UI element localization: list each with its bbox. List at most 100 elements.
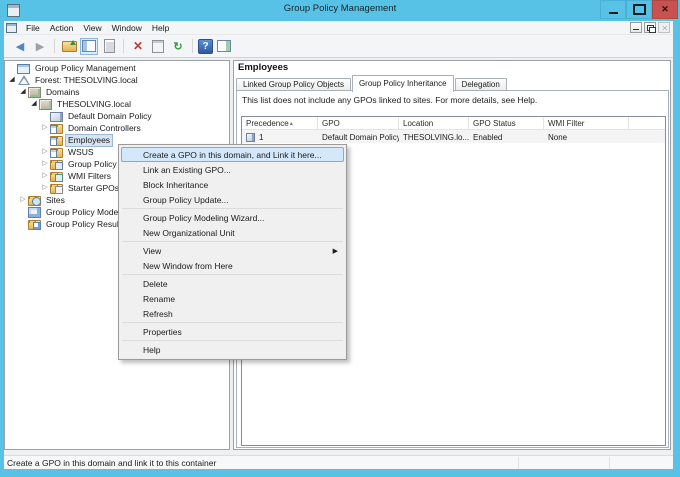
menu-item-group-policy-modeling-wizard[interactable]: Group Policy Modeling Wizard... (121, 210, 344, 225)
help-icon[interactable] (198, 39, 213, 54)
column-header-label: Location (403, 119, 433, 128)
tree-item-label: WSUS (66, 147, 96, 158)
menubar-item-window[interactable]: Window (107, 21, 147, 34)
menu-separator (122, 340, 343, 341)
column-header-precedence[interactable]: Precedence (242, 117, 318, 129)
tab-strip: Linked Group Policy ObjectsGroup Policy … (236, 74, 508, 91)
forward-icon[interactable] (31, 38, 49, 55)
properties-icon[interactable] (149, 38, 167, 55)
menu-separator (122, 208, 343, 209)
expander-expanded-icon[interactable] (29, 99, 39, 109)
folder-starter-icon (50, 184, 63, 194)
menubar-item-view[interactable]: View (78, 21, 106, 34)
menu-separator (122, 241, 343, 242)
tree-item-default-domain-policy[interactable]: Default Domain Policy (5, 110, 229, 122)
tab-delegation[interactable]: Delegation (455, 78, 507, 91)
caption-buttons (600, 0, 678, 19)
cell-gpo-status: Enabled (469, 130, 544, 143)
gpo-icon (246, 133, 255, 142)
console-icon (17, 64, 30, 74)
close-button[interactable] (652, 0, 678, 19)
tree-item-label: Starter GPOs (66, 183, 121, 194)
tree-item-domain-controllers[interactable]: Domain Controllers (5, 122, 229, 134)
expander-collapsed-icon[interactable] (18, 195, 28, 205)
menubar-item-action[interactable]: Action (45, 21, 79, 34)
menu-item-label: Help (143, 345, 160, 355)
expander-collapsed-icon[interactable] (40, 171, 50, 181)
menu-item-help[interactable]: Help (121, 342, 344, 357)
status-panel-divider (609, 457, 610, 469)
status-text: Create a GPO in this domain and link it … (7, 458, 216, 468)
column-header-label: WMI Filter (548, 119, 584, 128)
menu-item-new-organizational-unit[interactable]: New Organizational Unit (121, 225, 344, 240)
child-close-button[interactable] (658, 22, 670, 33)
back-icon[interactable] (11, 38, 29, 55)
domains-icon (28, 87, 41, 98)
menu-item-new-window-from-here[interactable]: New Window from Here (121, 258, 344, 273)
tree-item-group-policy-management[interactable]: Group Policy Management (5, 62, 229, 74)
list-rows: 1Default Domain PolicyTHESOLVING.lo...En… (242, 130, 665, 143)
paste-icon[interactable] (100, 38, 118, 55)
pane-title: Employees (238, 62, 288, 73)
menu-item-group-policy-update[interactable]: Group Policy Update... (121, 192, 344, 207)
minimize-button[interactable] (600, 0, 626, 19)
toolbar (4, 35, 673, 58)
refresh-icon[interactable] (169, 38, 187, 55)
tab-linked-group-policy-objects[interactable]: Linked Group Policy Objects (236, 78, 351, 91)
tree-item-label: Group Policy Results (44, 219, 127, 230)
expander-collapsed-icon[interactable] (40, 183, 50, 193)
toolbar-separator (192, 39, 193, 53)
status-bar: Create a GPO in this domain and link it … (4, 455, 673, 469)
menubar-item-help[interactable]: Help (147, 21, 174, 34)
menu-item-create-a-gpo-in-this-domain-and-link-it-here[interactable]: Create a GPO in this domain, and Link it… (121, 147, 344, 162)
maximize-button[interactable] (626, 0, 652, 19)
menu-item-link-an-existing-gpo[interactable]: Link an Existing GPO... (121, 162, 344, 177)
column-header-wmi-filter[interactable]: WMI Filter (544, 117, 629, 129)
menu-item-label: Block Inheritance (143, 180, 208, 190)
expander-expanded-icon[interactable] (7, 75, 17, 85)
menu-item-refresh[interactable]: Refresh (121, 306, 344, 321)
column-header-label: GPO (322, 119, 340, 128)
menu-item-label: Rename (143, 294, 175, 304)
tree-item-thesolving-local[interactable]: THESOLVING.local (5, 98, 229, 110)
expander-collapsed-icon[interactable] (40, 159, 50, 169)
tree-item-domains[interactable]: Domains (5, 86, 229, 98)
column-header-label: Precedence (246, 119, 289, 128)
menubar-item-file[interactable]: File (21, 21, 45, 34)
expander-collapsed-icon[interactable] (40, 147, 50, 157)
menu-item-view[interactable]: View (121, 243, 344, 258)
menu-item-label: Create a GPO in this domain, and Link it… (143, 150, 322, 160)
tree-item-label: Employees (66, 135, 112, 146)
delete-icon[interactable] (129, 38, 147, 55)
show-console-tree-icon[interactable] (80, 38, 98, 55)
menu-item-properties[interactable]: Properties (121, 324, 344, 339)
expander-collapsed-icon[interactable] (40, 123, 50, 133)
child-window-controls (630, 22, 670, 33)
title-bar[interactable]: Group Policy Management (0, 0, 680, 21)
list-header: Precedence GPO Location GPO Status WMI Filte… (242, 117, 665, 130)
tree-item-label: Default Domain Policy (66, 111, 154, 122)
ou-icon (50, 148, 63, 158)
menu-item-label: Delete (143, 279, 168, 289)
column-header-gpo[interactable]: GPO (318, 117, 399, 129)
table-row[interactable]: 1Default Domain PolicyTHESOLVING.lo...En… (242, 130, 665, 143)
column-header-location[interactable]: Location (399, 117, 469, 129)
menu-item-label: Group Policy Modeling Wizard... (143, 213, 264, 223)
up-one-level-icon[interactable] (60, 38, 78, 55)
sites-icon (28, 196, 41, 206)
child-restore-button[interactable] (644, 22, 656, 33)
menu-item-block-inheritance[interactable]: Block Inheritance (121, 177, 344, 192)
console-window-icon (6, 23, 17, 33)
expander-expanded-icon[interactable] (18, 87, 28, 97)
menu-item-rename[interactable]: Rename (121, 291, 344, 306)
tab-group-policy-inheritance[interactable]: Group Policy Inheritance (352, 75, 454, 92)
menu-item-label: Link an Existing GPO... (143, 165, 231, 175)
show-action-pane-icon[interactable] (215, 38, 233, 55)
context-menu: Create a GPO in this domain, and Link it… (118, 144, 347, 360)
menu-item-delete[interactable]: Delete (121, 276, 344, 291)
tree-item-label: Domains (44, 87, 82, 98)
menu-item-label: Group Policy Update... (143, 195, 229, 205)
tree-item-forest-thesolving-local[interactable]: Forest: THESOLVING.local (5, 74, 229, 86)
child-minimize-button[interactable] (630, 22, 642, 33)
column-header-gpo-status[interactable]: GPO Status (469, 117, 544, 129)
